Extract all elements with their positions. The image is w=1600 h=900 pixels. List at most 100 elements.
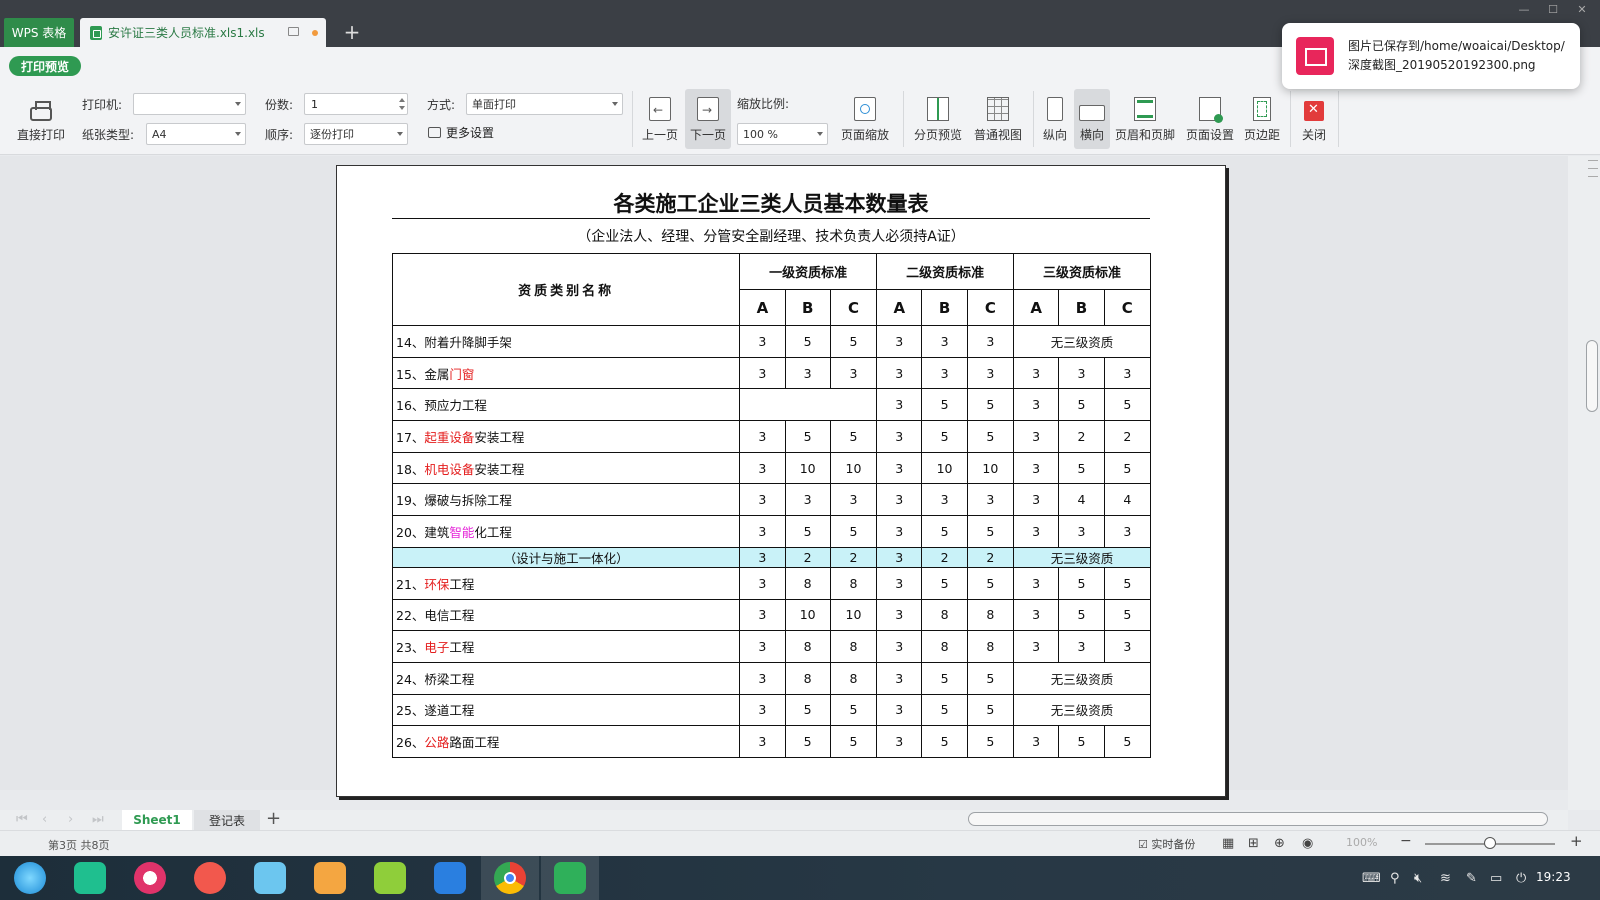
app-tab-wps[interactable]: WPS 表格	[4, 18, 74, 47]
print-mode-select[interactable]: 单面打印	[466, 93, 623, 115]
usb-icon[interactable]: ⚲	[1390, 871, 1400, 886]
sheet-tab-register[interactable]: 登记表	[194, 810, 260, 830]
vertical-scrollbar[interactable]	[1568, 156, 1600, 810]
battery-icon[interactable]: ▭	[1490, 871, 1502, 886]
value-cell: 4	[1103, 483, 1152, 517]
eye-protect-icon[interactable]: ◉	[1302, 836, 1313, 851]
subheader-cell: A	[739, 289, 786, 326]
video-icon[interactable]	[434, 862, 466, 894]
page-setup-button[interactable]: 页面设置	[1182, 89, 1238, 149]
volume-mute-icon[interactable]: 🔇︎	[1414, 871, 1422, 886]
scroll-tick	[1588, 168, 1598, 169]
normal-view-button[interactable]: 普通视图	[970, 89, 1026, 149]
print-preview-badge[interactable]: 打印预览	[9, 56, 81, 76]
zoom-slider-knob[interactable]	[1484, 837, 1496, 849]
chrome-taskbar-slot[interactable]	[481, 856, 539, 900]
keyboard-icon[interactable]: ⌨	[1362, 871, 1381, 886]
backup-status[interactable]: ☑ 实时备份	[1138, 836, 1195, 852]
next-sheet-icon[interactable]: ›	[68, 812, 73, 827]
empty-cell	[739, 388, 878, 422]
document-tab[interactable]: 安许证三类人员标准.xls1.xls	[80, 18, 326, 47]
direct-print-button[interactable]: 直接打印	[8, 89, 74, 149]
zoom-in-icon[interactable]: +	[1570, 832, 1583, 850]
column-header-name: 资质类别名称	[391, 253, 741, 326]
margins-button[interactable]: 页边距	[1240, 89, 1284, 149]
reading-view-icon[interactable]: ⊕	[1274, 836, 1285, 851]
table-row: 25、遂道工程 3 5 5 3 5 5 无三级资质	[391, 693, 1151, 727]
music-icon[interactable]	[374, 862, 406, 894]
minimize-icon[interactable]: —	[1514, 0, 1534, 18]
page-zoom-button[interactable]: 页面缩放	[834, 89, 896, 149]
archive-icon[interactable]	[314, 862, 346, 894]
power-icon[interactable]: ⏻	[1516, 871, 1526, 886]
landscape-label: 横向	[1079, 128, 1104, 142]
app-store-icon[interactable]	[254, 862, 286, 894]
row-label: 23、	[396, 640, 425, 656]
first-sheet-icon[interactable]: ⏮	[16, 812, 28, 827]
clock[interactable]: 19:23	[1536, 870, 1571, 884]
sheet-tab-sheet1[interactable]: Sheet1	[122, 810, 192, 830]
row-label-highlight: 公路	[424, 735, 450, 751]
printer-select[interactable]	[133, 93, 246, 115]
decrement-icon[interactable]	[399, 106, 405, 110]
row-label: 25、遂道工程	[396, 703, 475, 719]
normal-view-icon[interactable]: ▦	[1222, 836, 1234, 851]
value-cell: 3	[1013, 566, 1060, 600]
value-cell: 3	[784, 483, 831, 517]
zoom-out-icon[interactable]: −	[1400, 833, 1412, 849]
margins-label: 页边距	[1243, 128, 1280, 142]
value-cell: 3	[739, 661, 786, 695]
page-break-view-icon[interactable]: ⊞	[1248, 836, 1259, 851]
close-preview-button[interactable]: 关闭	[1296, 89, 1332, 149]
launcher-icon[interactable]	[14, 862, 46, 894]
monitor-icon[interactable]	[288, 27, 299, 36]
screenshot-notification[interactable]: 图片已保存到/home/woaicai/Desktop/深度截图_2019052…	[1282, 23, 1580, 89]
maximize-icon[interactable]: ☐	[1543, 0, 1563, 18]
personnel-table: 资质类别名称 一级资质标准 二级资质标准 三级资质标准 A B C A B C …	[391, 253, 1152, 758]
vertical-scroll-thumb[interactable]	[1586, 340, 1598, 412]
value-cell: 5	[784, 420, 831, 453]
close-window-icon[interactable]: ✕	[1572, 0, 1592, 18]
value-cell: 3	[1013, 420, 1060, 453]
wps-taskbar-slot[interactable]	[541, 856, 599, 900]
close-icon	[1304, 101, 1324, 121]
add-tab-button[interactable]: +	[340, 20, 364, 44]
value-cell: 5	[1103, 388, 1152, 422]
prev-page-button[interactable]: 上一页	[638, 89, 682, 149]
row-label: 安装工程	[474, 461, 525, 477]
last-sheet-icon[interactable]: ⏭	[92, 812, 104, 827]
row-label: 路面工程	[449, 735, 500, 751]
table-row: （设计与施工一体化） 3 2 2 3 2 2 无三级资质	[391, 546, 1151, 568]
split-preview-button[interactable]: 分页预览	[910, 89, 966, 149]
value-cell: 3	[1058, 356, 1105, 390]
normal-view-label: 普通视图	[973, 128, 1022, 142]
row-label-highlight: 起重设备	[424, 429, 475, 445]
value-cell: 8	[829, 661, 878, 695]
pen-icon[interactable]: ✎	[1466, 871, 1477, 886]
settings-app-icon[interactable]	[134, 862, 166, 894]
notification-text: 图片已保存到/home/woaicai/Desktop/深度截图_2019052…	[1348, 39, 1565, 72]
landscape-button[interactable]: 横向	[1074, 89, 1110, 149]
portrait-button[interactable]: 纵向	[1038, 89, 1072, 149]
order-label: 顺序:	[265, 128, 294, 142]
zoom-percent[interactable]: 100%	[1346, 836, 1377, 849]
order-select[interactable]: 逐份打印	[304, 123, 408, 145]
value-cell: 8	[784, 630, 831, 663]
screen-recorder-icon[interactable]	[194, 862, 226, 894]
toolbar-separator	[1338, 91, 1339, 147]
header-footer-button[interactable]: 页眉和页脚	[1112, 89, 1178, 149]
increment-icon[interactable]	[399, 98, 405, 102]
prev-sheet-icon[interactable]: ‹	[42, 812, 47, 827]
row-label: （设计与施工一体化）	[503, 550, 629, 566]
settings-icon	[428, 127, 441, 138]
copies-input[interactable]: 1	[304, 93, 408, 115]
wifi-icon[interactable]: ≋	[1440, 871, 1451, 886]
terminal-icon[interactable]	[74, 862, 106, 894]
next-page-button[interactable]: 下一页	[685, 89, 731, 149]
horizontal-scroll-thumb[interactable]	[968, 812, 1548, 826]
more-settings-link[interactable]: 更多设置	[428, 124, 494, 141]
add-sheet-icon[interactable]: +	[266, 808, 281, 829]
zoom-ratio-select[interactable]: 100 %	[737, 123, 828, 145]
row-label-highlight: 智能	[449, 524, 475, 540]
paper-type-select[interactable]: A4	[146, 123, 246, 145]
